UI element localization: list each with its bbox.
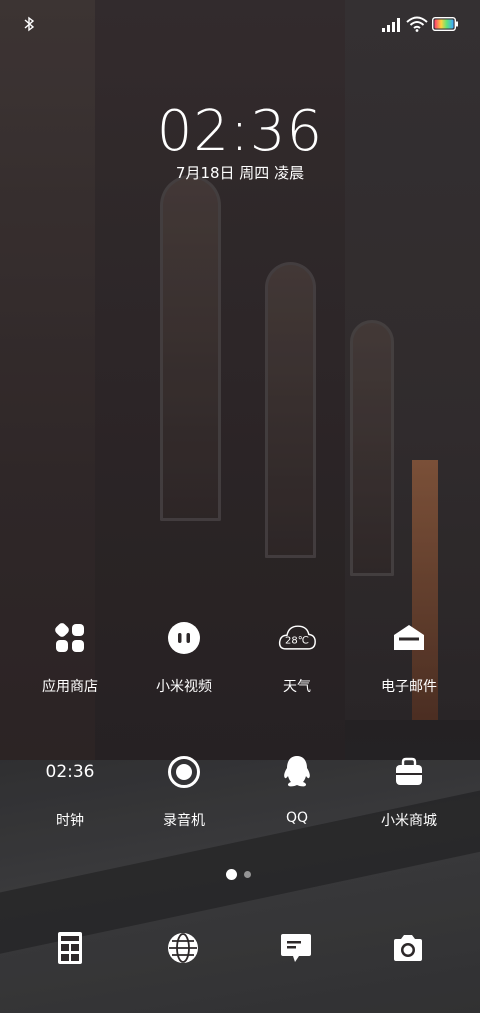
app-label: 小米视频 — [156, 679, 212, 695]
weather-icon: 28℃ — [277, 618, 317, 658]
browser-icon — [168, 933, 198, 963]
qq-icon — [277, 752, 317, 792]
app-qq[interactable]: QQ — [242, 752, 352, 826]
app-app-store[interactable]: 应用商店 — [15, 618, 125, 696]
dock-camera[interactable] — [390, 930, 426, 966]
app-label: 录音机 — [163, 813, 205, 829]
lockscreen-date: 7月18日 周四 凌晨 — [175, 164, 305, 182]
lockscreen-time: 02:36 — [156, 99, 324, 164]
app-weather[interactable]: 28℃ 天气 — [242, 618, 352, 696]
clock-icon: 02:36 — [45, 762, 95, 782]
app-label: 小米商城 — [381, 813, 437, 829]
app-label: 时钟 — [56, 813, 84, 829]
status-bar — [0, 0, 480, 52]
app-recorder[interactable]: 录音机 — [129, 752, 239, 830]
video-icon — [164, 618, 204, 658]
dock-browser[interactable] — [165, 930, 201, 966]
mi-store-icon — [389, 752, 429, 792]
weather-temperature: 28℃ — [285, 635, 309, 646]
bluetooth-icon — [24, 16, 35, 32]
camera-icon — [394, 935, 422, 961]
app-clock[interactable]: 02:36 时钟 — [15, 752, 125, 830]
app-mi-video[interactable]: 小米视频 — [129, 618, 239, 696]
page-indicator-current[interactable] — [226, 869, 237, 880]
signal-icon — [382, 18, 400, 32]
recorder-icon — [164, 752, 204, 792]
mail-icon — [389, 618, 429, 658]
app-store-icon — [50, 618, 90, 658]
app-label: 应用商店 — [42, 679, 98, 695]
app-label: 电子邮件 — [381, 679, 437, 695]
calculator-icon — [58, 932, 82, 964]
app-label: QQ — [285, 810, 309, 826]
dock-calculator[interactable] — [52, 930, 88, 966]
page-indicator[interactable] — [244, 871, 251, 878]
battery-icon — [432, 17, 458, 31]
app-mi-store[interactable]: 小米商城 — [354, 752, 464, 830]
app-label: 天气 — [283, 679, 311, 695]
dock-messages[interactable] — [278, 930, 314, 966]
app-email[interactable]: 电子邮件 — [354, 618, 464, 696]
wifi-icon — [406, 16, 428, 32]
messages-icon — [281, 934, 311, 962]
